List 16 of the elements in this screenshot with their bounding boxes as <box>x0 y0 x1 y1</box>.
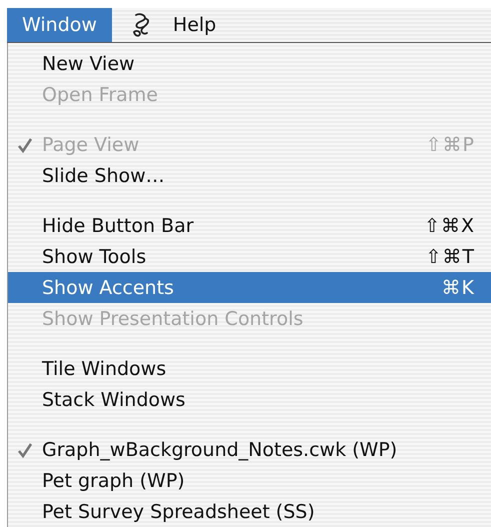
menu-title[interactable]: Window <box>7 8 112 42</box>
menu-item[interactable]: New View <box>8 48 491 79</box>
menu-item[interactable]: Show Tools ⇧⌘T <box>8 241 491 272</box>
menu-item[interactable]: Pet graph (WP) <box>8 465 491 496</box>
shortcut-text: ⇧⌘P <box>426 134 475 156</box>
shortcut-text: ⇧⌘X <box>424 214 475 236</box>
menu-item[interactable]: Stack Windows <box>8 384 491 415</box>
menu-item[interactable]: Hide Button Bar ⇧⌘X <box>8 210 491 241</box>
menu-item[interactable]: Graph_wBackground_Notes.cwk (WP) <box>8 434 491 465</box>
menu-item[interactable]: Tile Windows <box>8 353 491 384</box>
shortcut-text: ⇧⌘T <box>425 246 475 268</box>
menu-title[interactable]: Help <box>158 8 232 42</box>
menu-item[interactable]: Slide Show… <box>8 160 491 191</box>
menu-item[interactable]: Pet Survey Spreadsheet (SS) <box>8 496 491 527</box>
shortcut-text: ⌘K <box>442 276 475 298</box>
menu-item[interactable]: Show Accents ⌘K <box>8 272 491 303</box>
